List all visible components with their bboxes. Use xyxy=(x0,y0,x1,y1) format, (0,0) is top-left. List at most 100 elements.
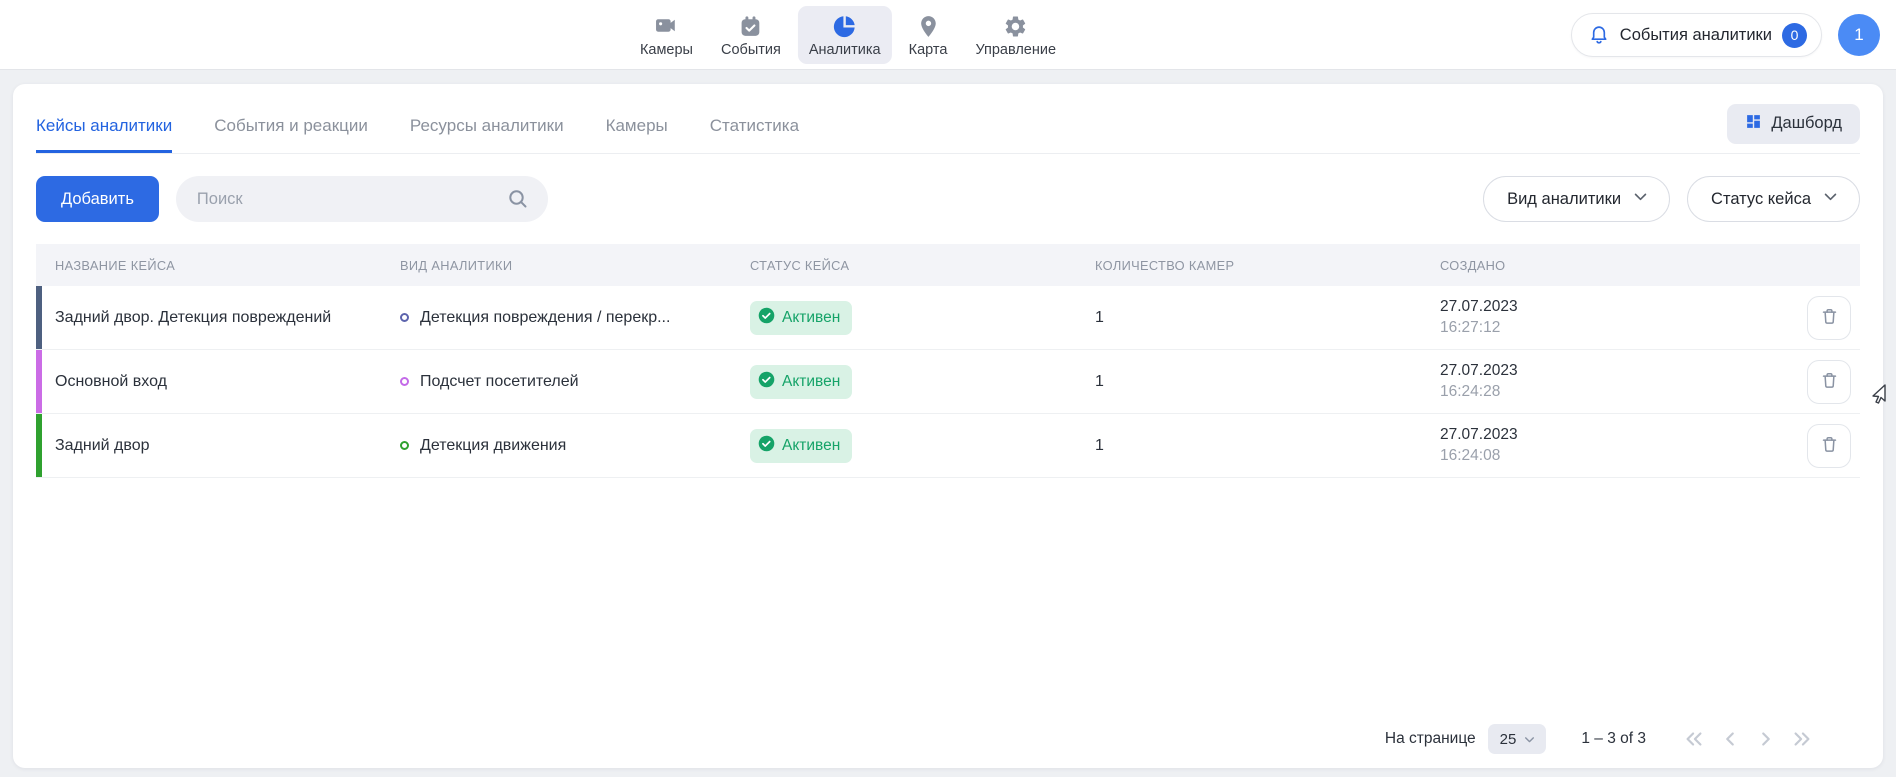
nav-label: События xyxy=(721,42,781,58)
created-time: 16:24:28 xyxy=(1440,383,1784,401)
pagination-bar: На странице 25 1 – 3 of 3 xyxy=(13,710,1883,768)
video-camera-icon xyxy=(653,13,679,39)
add-case-button[interactable]: Добавить xyxy=(36,176,159,222)
cases-table: НАЗВАНИЕ КЕЙСА ВИД АНАЛИТИКИ СТАТУС КЕЙС… xyxy=(36,244,1860,478)
per-page-select[interactable]: 25 xyxy=(1488,724,1547,754)
dashboard-button-label: Дашборд xyxy=(1771,114,1842,133)
created-date: 27.07.2023 xyxy=(1440,298,1784,316)
analytics-type-filter-label: Вид аналитики xyxy=(1507,190,1621,209)
analytics-type-label: Подсчет посетителей xyxy=(420,373,579,391)
check-circle-icon xyxy=(758,371,775,393)
analytics-type-ring-icon xyxy=(400,313,409,322)
gear-icon xyxy=(1003,13,1029,39)
nav-item-cameras[interactable]: Камеры xyxy=(629,6,704,64)
trash-icon xyxy=(1820,307,1839,329)
tabs-bar: Кейсы аналитики События и реакции Ресурс… xyxy=(36,94,1860,154)
case-name: Основной вход xyxy=(36,373,381,391)
column-header-case-name: НАЗВАНИЕ КЕЙСА xyxy=(36,258,381,273)
camera-count: 1 xyxy=(1076,437,1421,455)
trash-icon xyxy=(1820,371,1839,393)
chevron-right-icon xyxy=(1755,728,1777,750)
column-header-case-status: СТАТУС КЕЙСА xyxy=(731,258,1076,273)
prev-page-button[interactable] xyxy=(1717,726,1743,752)
main-nav: Камеры События Аналитика Карта Управлени… xyxy=(629,0,1067,70)
camera-count: 1 xyxy=(1076,309,1421,327)
case-name: Задний двор xyxy=(36,437,381,455)
column-header-created: СОЗДАНО xyxy=(1421,258,1784,273)
pager-buttons xyxy=(1681,726,1815,752)
dashboard-button[interactable]: Дашборд xyxy=(1727,104,1860,144)
analytics-type-ring-icon xyxy=(400,377,409,386)
first-page-button[interactable] xyxy=(1681,726,1707,752)
per-page-label: На странице xyxy=(1385,730,1476,748)
analytics-events-button[interactable]: События аналитики 0 xyxy=(1571,13,1822,57)
case-status-filter[interactable]: Статус кейса xyxy=(1687,176,1860,222)
case-name: Задний двор. Детекция повреждений xyxy=(36,309,381,327)
chevron-down-icon xyxy=(1523,733,1536,746)
analytics-type-label: Детекция повреждения / перекр... xyxy=(420,309,670,327)
status-badge: Активен xyxy=(750,365,852,399)
header-right-group: События аналитики 0 1 xyxy=(1571,0,1880,70)
table-row[interactable]: Задний двор Детекция движения Активен 1 … xyxy=(36,414,1860,478)
pagination-range: 1 – 3 of 3 xyxy=(1581,730,1646,748)
created-date: 27.07.2023 xyxy=(1440,426,1784,444)
chevron-down-icon xyxy=(1632,188,1649,210)
chevron-down-icon xyxy=(1822,188,1839,210)
status-label: Активен xyxy=(782,373,840,391)
bell-icon xyxy=(1588,23,1610,48)
case-color-bar xyxy=(36,414,42,477)
tab-statistics[interactable]: Статистика xyxy=(710,94,799,153)
toolbar: Добавить Вид аналитики Статус кейса xyxy=(36,176,1860,222)
table-row[interactable]: Задний двор. Детекция повреждений Детекц… xyxy=(36,286,1860,350)
nav-label: Аналитика xyxy=(809,42,881,58)
search-input[interactable] xyxy=(176,176,548,222)
delete-button[interactable] xyxy=(1807,360,1851,404)
camera-count: 1 xyxy=(1076,373,1421,391)
nav-label: Карта xyxy=(909,42,948,58)
user-avatar[interactable]: 1 xyxy=(1838,14,1880,56)
created-date: 27.07.2023 xyxy=(1440,362,1784,380)
check-circle-icon xyxy=(758,435,775,457)
trash-icon xyxy=(1820,435,1839,457)
analytics-type-ring-icon xyxy=(400,441,409,450)
double-chevron-left-icon xyxy=(1683,728,1705,750)
tab-events-reactions[interactable]: События и реакции xyxy=(214,94,368,153)
tab-cameras[interactable]: Камеры xyxy=(606,94,668,153)
status-label: Активен xyxy=(782,437,840,455)
nav-label: Камеры xyxy=(640,42,693,58)
created-time: 16:24:08 xyxy=(1440,447,1784,465)
analytics-events-label: События аналитики xyxy=(1620,26,1772,45)
calendar-check-icon xyxy=(738,13,764,39)
delete-button[interactable] xyxy=(1807,424,1851,468)
status-label: Активен xyxy=(782,309,840,327)
double-chevron-right-icon xyxy=(1791,728,1813,750)
nav-item-management[interactable]: Управление xyxy=(964,6,1067,64)
delete-button[interactable] xyxy=(1807,296,1851,340)
next-page-button[interactable] xyxy=(1753,726,1779,752)
filters-group: Вид аналитики Статус кейса xyxy=(1483,176,1860,222)
analytics-page-card: Кейсы аналитики События и реакции Ресурс… xyxy=(13,84,1883,768)
table-row[interactable]: Основной вход Подсчет посетителей Активе… xyxy=(36,350,1860,414)
last-page-button[interactable] xyxy=(1789,726,1815,752)
nav-item-events[interactable]: События xyxy=(710,6,792,64)
search-icon[interactable] xyxy=(506,187,530,216)
column-header-analytics-type: ВИД АНАЛИТИКИ xyxy=(381,258,731,273)
nav-item-analytics[interactable]: Аналитика xyxy=(798,6,892,64)
top-header: Камеры События Аналитика Карта Управлени… xyxy=(0,0,1896,70)
table-header: НАЗВАНИЕ КЕЙСА ВИД АНАЛИТИКИ СТАТУС КЕЙС… xyxy=(36,244,1860,286)
nav-label: Управление xyxy=(975,42,1056,58)
status-badge: Активен xyxy=(750,429,852,463)
check-circle-icon xyxy=(758,307,775,329)
search-box xyxy=(176,176,548,222)
chevron-left-icon xyxy=(1719,728,1741,750)
created-time: 16:27:12 xyxy=(1440,319,1784,337)
case-status-filter-label: Статус кейса xyxy=(1711,190,1811,209)
dashboard-grid-icon xyxy=(1745,113,1762,135)
analytics-type-filter[interactable]: Вид аналитики xyxy=(1483,176,1670,222)
nav-item-map[interactable]: Карта xyxy=(898,6,959,64)
tab-analytics-cases[interactable]: Кейсы аналитики xyxy=(36,94,172,153)
tab-analytics-resources[interactable]: Ресурсы аналитики xyxy=(410,94,564,153)
map-pin-icon xyxy=(915,13,941,39)
case-color-bar xyxy=(36,350,42,413)
status-badge: Активен xyxy=(750,301,852,335)
